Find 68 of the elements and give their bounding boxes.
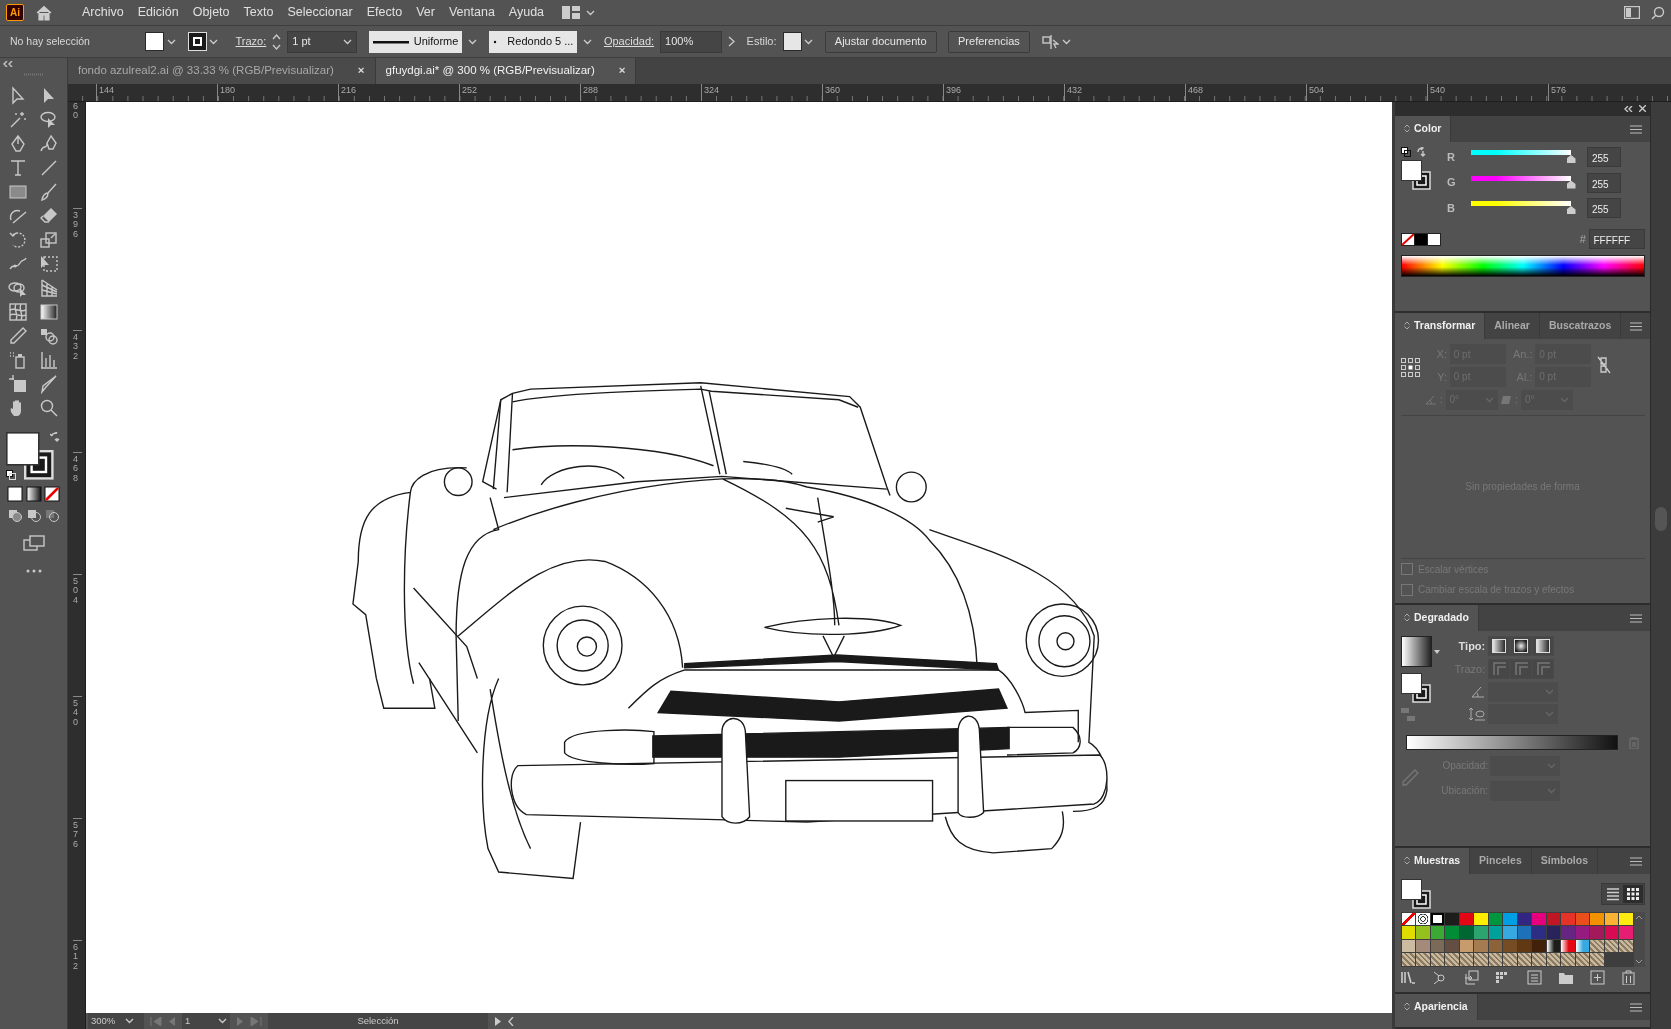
channel-value-field[interactable]: 255 xyxy=(1587,147,1621,167)
menu-item[interactable]: Ayuda xyxy=(501,3,552,22)
current-tool-dropdown[interactable]: Selección xyxy=(268,1013,488,1029)
stroke-label[interactable]: Trazo: xyxy=(235,33,267,50)
menu-item[interactable]: Seleccionar xyxy=(280,3,360,22)
ruler-label: 468 xyxy=(1185,84,1306,101)
ruler-label: 468 xyxy=(73,451,82,574)
ruler-label: 576 xyxy=(1548,84,1669,101)
panel-tab[interactable]: Buscatrazos xyxy=(1539,312,1622,339)
opacity-label[interactable]: Opacidad: xyxy=(603,33,655,50)
ruler-label: 432 xyxy=(73,329,82,452)
ruler-label: 180 xyxy=(217,84,338,101)
menu-item[interactable]: Ventana xyxy=(441,3,502,22)
menu-item[interactable]: Archivo xyxy=(75,3,131,22)
ruler-label: 60 xyxy=(73,101,79,123)
ruler-label: 504 xyxy=(1306,84,1427,101)
type-label: Tipo: xyxy=(1457,638,1486,654)
field-label: : xyxy=(1439,392,1443,408)
ruler-label: 288 xyxy=(580,84,701,101)
panel-tab[interactable]: Alinear xyxy=(1485,312,1540,339)
panel-tab[interactable]: Color xyxy=(1395,115,1452,142)
ruler-label: 540 xyxy=(73,695,82,818)
panel-tab[interactable]: Transformar xyxy=(1395,312,1486,339)
ruler-label: 540 xyxy=(1427,84,1548,101)
panel-tab[interactable]: Símbolos xyxy=(1531,847,1598,874)
opacity-field[interactable]: 100% xyxy=(660,30,723,53)
artboard-dropdown[interactable]: 1 xyxy=(182,1013,230,1029)
channel-label: R xyxy=(1447,149,1455,165)
channel-label: G xyxy=(1447,175,1455,191)
ruler-label: 360 xyxy=(822,84,943,101)
channel-value-field[interactable]: 255 xyxy=(1587,198,1621,218)
channel-value-field[interactable]: 255 xyxy=(1587,172,1621,193)
ruler-label: 324 xyxy=(701,84,822,101)
style-label: Estilo: xyxy=(746,34,777,50)
hex-field[interactable]: FFFFFF xyxy=(1588,229,1645,249)
document-tab[interactable]: fondo azulreal2.ai @ 33.33 % (RGB/Previsualizar) × xyxy=(68,58,376,85)
hash-label: # xyxy=(1579,231,1586,247)
toolbar-button[interactable]: Preferencias xyxy=(948,30,1030,53)
app-logo: Ai xyxy=(6,4,24,22)
ruler-label: 396 xyxy=(73,207,82,330)
menu-item[interactable]: Efecto xyxy=(359,3,410,22)
channel-label: B xyxy=(1447,200,1455,216)
panel-tab[interactable]: Apariencia xyxy=(1395,993,1478,1020)
ruler-label: 612 xyxy=(73,939,82,1029)
ruler-label: 144 xyxy=(96,84,217,101)
menu-item[interactable]: Edición xyxy=(130,3,186,22)
ruler-label: 396 xyxy=(943,84,1064,101)
menu-item[interactable]: Objeto xyxy=(185,3,237,22)
close-tab-button[interactable]: × xyxy=(618,62,626,80)
close-tab-button[interactable]: × xyxy=(357,62,365,80)
ruler-label: 252 xyxy=(459,84,580,101)
ruler-label: 432 xyxy=(1064,84,1185,101)
selection-status: No hay selección xyxy=(10,33,90,49)
toolbar-button[interactable]: Ajustar documento xyxy=(824,30,937,53)
panel-tab[interactable]: Degradado xyxy=(1395,604,1479,631)
ruler-label: 504 xyxy=(73,573,82,696)
menu-item[interactable]: Ver xyxy=(409,3,442,22)
ruler-label: 216 xyxy=(338,84,459,101)
panel-tab[interactable]: Pinceles xyxy=(1470,847,1532,874)
document-tab[interactable]: gfuydgi.ai* @ 300 % (RGB/Previsualizar) × xyxy=(375,58,637,85)
stroke-profile-dropdown[interactable]: Uniforme xyxy=(368,30,463,53)
brush-dropdown[interactable]: Redondo 5 ... xyxy=(488,30,578,53)
menu-item[interactable]: Texto xyxy=(236,3,281,22)
ruler-label: 576 xyxy=(73,817,82,940)
zoom-dropdown[interactable]: 300% xyxy=(88,1013,144,1029)
stroke-weight-dropdown[interactable]: 1 pt xyxy=(287,30,358,53)
panel-tab[interactable]: Muestras xyxy=(1395,847,1471,874)
field-label: : xyxy=(1515,392,1519,408)
